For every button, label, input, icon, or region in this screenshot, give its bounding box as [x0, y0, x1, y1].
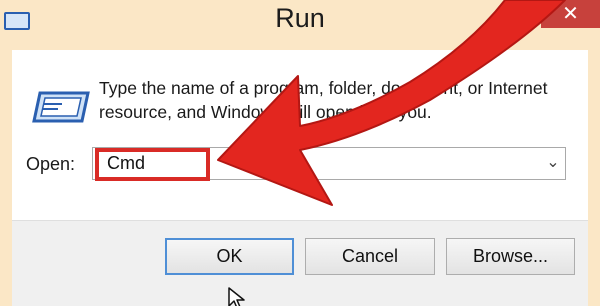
title-bar[interactable]: Run ✕	[0, 0, 600, 50]
open-input[interactable]	[107, 151, 527, 175]
close-icon: ✕	[562, 3, 579, 25]
dialog-body: Type the name of a program, folder, docu…	[12, 50, 588, 306]
open-combobox[interactable]: ⌄	[92, 147, 566, 181]
chevron-down-icon[interactable]: ⌄	[546, 153, 560, 173]
run-dialog: Run ✕ Type the name of a program, folder…	[0, 0, 600, 306]
ok-button[interactable]: OK	[165, 238, 294, 275]
browse-button[interactable]: Browse...	[446, 238, 575, 275]
run-program-icon	[32, 91, 90, 123]
dialog-description: Type the name of a program, folder, docu…	[99, 78, 548, 122]
window-title: Run	[275, 3, 325, 33]
mouse-cursor-icon	[228, 287, 245, 306]
cancel-button[interactable]: Cancel	[305, 238, 435, 275]
close-button[interactable]: ✕	[541, 0, 600, 28]
open-label: Open:	[26, 154, 76, 174]
